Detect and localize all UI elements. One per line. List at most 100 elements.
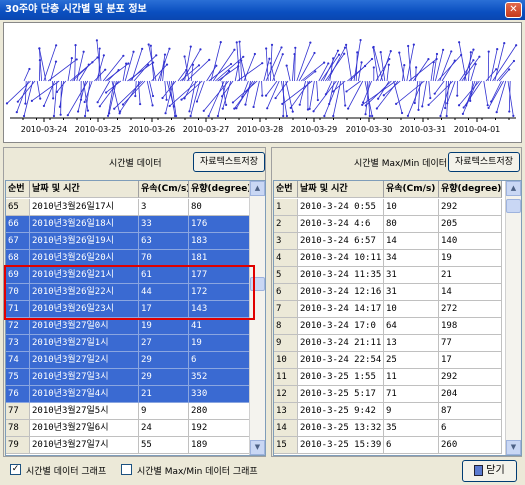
table-row[interactable]: 3 2010-3-24 6:57 14 140 <box>274 233 502 250</box>
vector-head <box>261 94 264 97</box>
left-column-header[interactable]: 날짜 및 시간 <box>30 181 139 198</box>
table-row[interactable]: 11 2010-3-25 1:55 11 292 <box>274 369 502 386</box>
table-row[interactable]: 74 2010년3월27일2시 29 6 <box>6 352 251 369</box>
right-column-header[interactable]: 유속(Cm/s) <box>384 181 439 198</box>
table-cell: 205 <box>439 216 502 233</box>
table-cell: 11 <box>274 369 298 386</box>
vector-head <box>168 104 171 108</box>
vector-head <box>98 105 101 108</box>
right-column-header[interactable]: 유향(degree) <box>439 181 502 198</box>
vector-head <box>433 92 436 95</box>
table-cell: 2010년3월26일17시 <box>30 199 139 216</box>
table-cell: 192 <box>189 420 251 437</box>
left-column-header[interactable]: 유향(degree) <box>189 181 251 198</box>
left-column-header[interactable]: 유속(Cm/s) <box>139 181 189 198</box>
vector-head <box>382 94 385 97</box>
table-row[interactable]: 67 2010년3월26일19시 63 183 <box>6 233 251 250</box>
table-row[interactable]: 6 2010-3-24 12:16 31 14 <box>274 284 502 301</box>
maxmin-data-table[interactable]: 순번 날짜 및 시간 유속(Cm/s) 유향(degree) 1 2010-3-24 0:… <box>273 180 522 456</box>
vector-head <box>117 69 120 72</box>
table-cell: 6 <box>274 284 298 301</box>
table-cell: 204 <box>439 386 502 403</box>
current-vector <box>421 80 427 107</box>
scroll-up-icon[interactable]: ▲ <box>506 181 521 196</box>
vector-head <box>55 90 59 93</box>
highlight-box <box>4 265 255 320</box>
vector-head <box>274 96 277 100</box>
close-button[interactable]: 닫기 <box>462 460 517 482</box>
table-row[interactable]: 2 2010-3-24 4:6 80 205 <box>274 216 502 233</box>
close-icon[interactable]: ✕ <box>505 2 522 18</box>
table-row[interactable]: 12 2010-3-25 5:17 71 204 <box>274 386 502 403</box>
table-cell: 6 <box>384 437 439 454</box>
table-cell: 183 <box>189 233 251 250</box>
vector-head <box>331 90 335 93</box>
right-column-header[interactable]: 날짜 및 시간 <box>298 181 384 198</box>
left-column-header[interactable]: 순번 <box>6 181 30 198</box>
scroll-thumb[interactable] <box>506 199 521 213</box>
vector-head <box>38 47 41 50</box>
table-row[interactable]: 7 2010-3-24 14:17 10 272 <box>274 301 502 318</box>
table-row[interactable]: 9 2010-3-24 21:11 13 77 <box>274 335 502 352</box>
vector-head <box>368 114 371 118</box>
table-cell: 2010년3월26일19시 <box>30 233 139 250</box>
right-column-header[interactable]: 순번 <box>274 181 298 198</box>
table-row[interactable]: 73 2010년3월27일1시 27 19 <box>6 335 251 352</box>
vector-head <box>58 105 62 108</box>
vector-head <box>309 41 312 44</box>
table-row[interactable]: 75 2010년3월27일3시 29 352 <box>6 369 251 386</box>
vector-head <box>52 114 56 118</box>
table-row[interactable]: 77 2010년3월27일5시 9 280 <box>6 403 251 420</box>
table-row[interactable]: 5 2010-3-24 11:35 31 21 <box>274 267 502 284</box>
table-cell: 29 <box>139 352 189 369</box>
table-cell: 12 <box>274 386 298 403</box>
scroll-down-icon[interactable]: ▼ <box>506 440 521 455</box>
table-cell: 11 <box>384 369 439 386</box>
left-header-row: 순번 날짜 및 시간 유속(Cm/s) 유향(degree) <box>6 181 251 198</box>
hourly-graph-checkbox[interactable]: ✓ <box>10 464 21 475</box>
table-cell: 67 <box>6 233 30 250</box>
table-row[interactable]: 4 2010-3-24 10:11 34 19 <box>274 250 502 267</box>
table-row[interactable]: 66 2010년3월26일18시 33 176 <box>6 216 251 233</box>
vector-head <box>512 114 515 117</box>
right-scrollbar[interactable]: ▲ ▼ <box>505 181 521 455</box>
table-row[interactable]: 72 2010년3월27일0시 19 41 <box>6 318 251 335</box>
table-cell: 25 <box>384 352 439 369</box>
table-cell: 2010-3-24 17:0 <box>298 318 384 335</box>
vector-head <box>132 50 135 53</box>
vector-head <box>106 114 110 117</box>
table-row[interactable]: 1 2010-3-24 0:55 10 292 <box>274 199 502 216</box>
table-row[interactable]: 76 2010년3월27일4시 21 330 <box>6 386 251 403</box>
vector-head <box>261 62 264 65</box>
table-row[interactable]: 14 2010-3-25 13:32 35 6 <box>274 420 502 437</box>
vector-head <box>347 107 350 110</box>
table-cell: 2010-3-24 4:6 <box>298 216 384 233</box>
vector-head <box>291 110 294 113</box>
save-text-button-right[interactable]: 자료텍스트저장 <box>448 152 520 172</box>
current-vector <box>487 51 490 82</box>
table-row[interactable]: 13 2010-3-25 9:42 9 87 <box>274 403 502 420</box>
table-row[interactable]: 8 2010-3-24 17:0 64 198 <box>274 318 502 335</box>
table-cell: 280 <box>189 403 251 420</box>
save-text-button-left[interactable]: 자료텍스트저장 <box>193 152 265 172</box>
current-vector <box>332 80 342 117</box>
scroll-down-icon[interactable]: ▼ <box>250 440 265 455</box>
bottom-bar: ✓ 시간별 데이터 그래프 시간별 Max/Min 데이터 그래프 닫기 <box>0 458 525 485</box>
current-vector <box>107 80 115 116</box>
current-vector <box>266 80 280 109</box>
vector-head <box>312 110 315 113</box>
table-row[interactable]: 79 2010년3월27일7시 55 189 <box>6 437 251 454</box>
scroll-up-icon[interactable]: ▲ <box>250 181 265 196</box>
table-row[interactable]: 78 2010년3월27일6시 24 192 <box>6 420 251 437</box>
vector-head <box>406 114 410 117</box>
current-vector <box>196 80 205 102</box>
table-cell: 2010-3-25 13:32 <box>298 420 384 437</box>
table-row[interactable]: 15 2010-3-25 15:39 6 260 <box>274 437 502 454</box>
table-row[interactable]: 65 2010년3월26일17시 3 80 <box>6 199 251 216</box>
vector-head <box>387 63 390 66</box>
maxmin-graph-checkbox[interactable] <box>121 464 132 475</box>
vector-head <box>219 41 222 44</box>
current-vector <box>488 80 504 109</box>
table-row[interactable]: 10 2010-3-24 22:54 25 17 <box>274 352 502 369</box>
table-cell: 19 <box>139 318 189 335</box>
